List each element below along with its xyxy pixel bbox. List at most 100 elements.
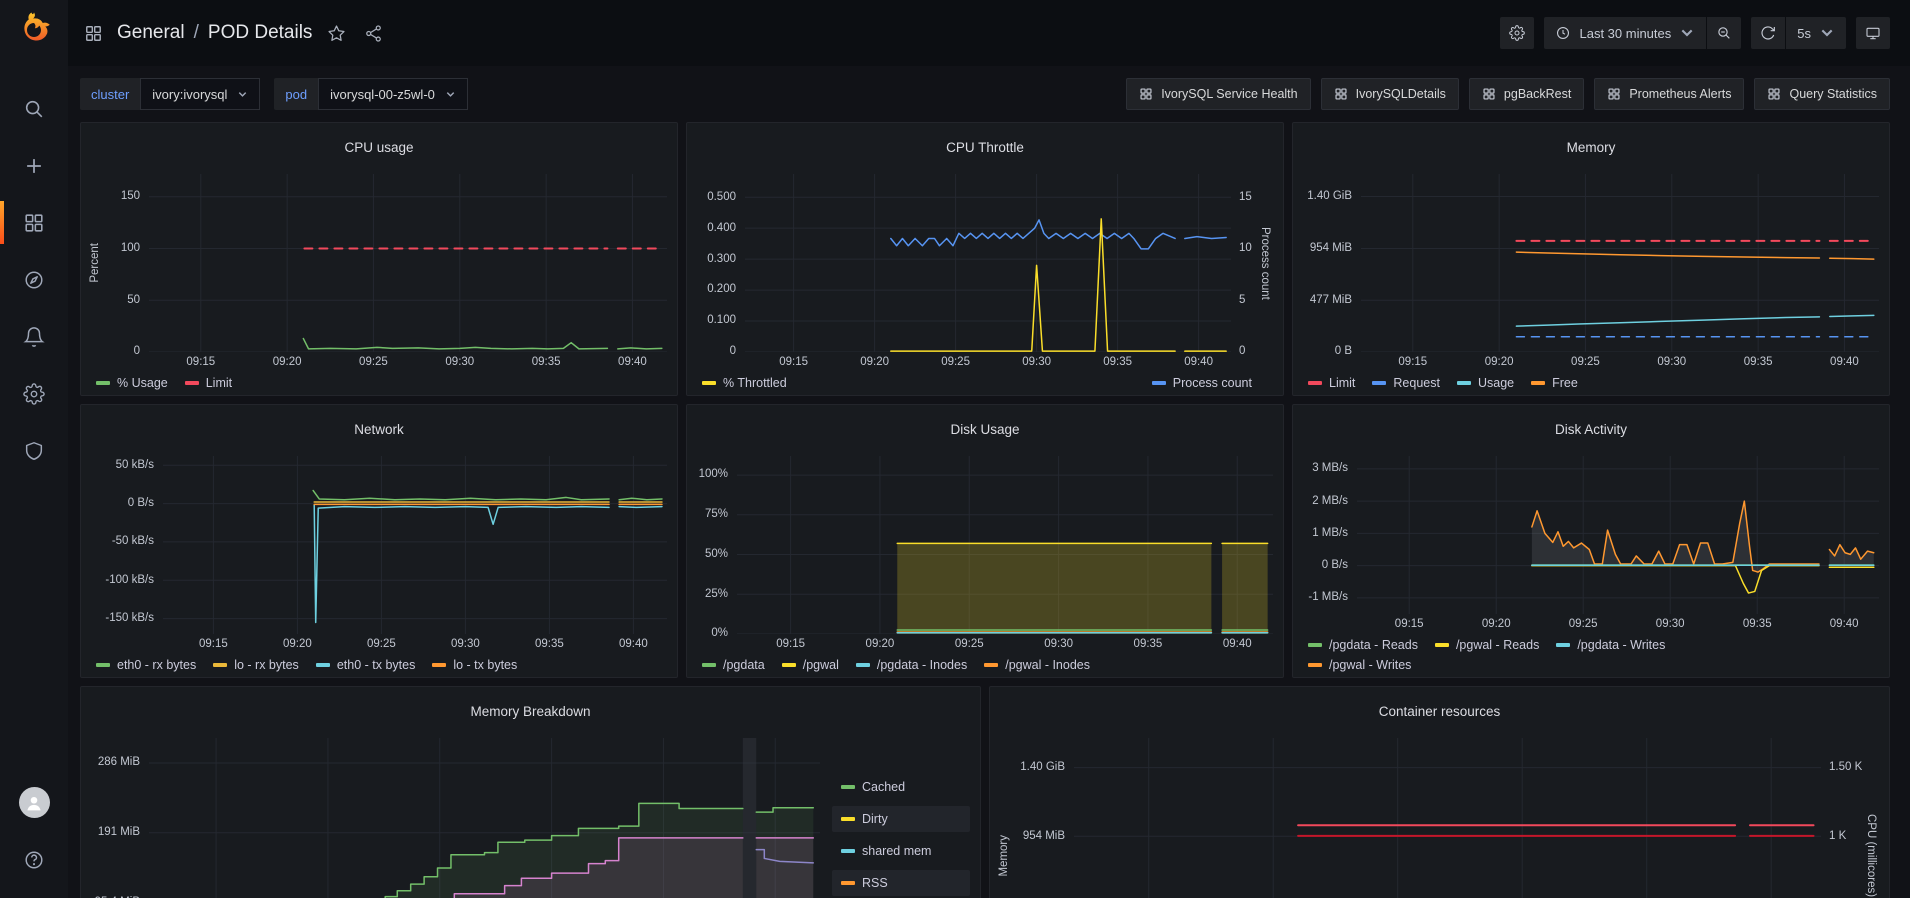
legend-item[interactable]: /pgwal - Writes — [1308, 658, 1411, 672]
x-tick-label: 09:25 — [351, 356, 395, 368]
panel-body: Memory1.40 GiB954 MiB477 MiB1.50 K1 K500… — [990, 736, 1889, 898]
kiosk-mode-button[interactable] — [1856, 17, 1890, 49]
legend-item[interactable]: RSS — [832, 870, 970, 896]
panel-cpu-throttle: CPU Throttle 0.5000.4000.3000.2000.10001… — [686, 122, 1284, 396]
x-tick-label: 09:25 — [934, 356, 978, 368]
sidebar-item-dashboards[interactable] — [0, 194, 68, 251]
legend-label: Dirty — [862, 812, 888, 826]
y-tick-label: -150 kB/s — [105, 612, 154, 624]
y-axis-label-text: Percent — [89, 243, 101, 283]
plot-area[interactable] — [1357, 456, 1879, 614]
legend-item[interactable]: Cached — [832, 774, 970, 800]
legend-label: /pgdata - Writes — [1577, 638, 1665, 652]
legend-item[interactable]: eth0 - tx bytes — [316, 658, 416, 672]
variable-pod-select[interactable]: ivorysql-00-z5wl-0 — [318, 78, 468, 110]
panel-title[interactable]: Disk Activity — [1293, 416, 1889, 443]
legend-swatch — [1308, 663, 1322, 667]
panel-title[interactable]: Container resources — [990, 698, 1889, 725]
legend-item[interactable]: Limit — [185, 376, 232, 390]
link-pgbackrest[interactable]: pgBackRest — [1469, 78, 1584, 110]
plot-area[interactable] — [149, 174, 667, 352]
star-icon[interactable] — [323, 20, 349, 46]
configuration-gear-icon[interactable] — [0, 365, 68, 422]
x-tick-label: 09:20 — [1474, 618, 1518, 630]
time-range-picker[interactable]: Last 30 minutes — [1544, 17, 1706, 49]
legend-item[interactable]: /pgdata - Inodes — [856, 658, 967, 672]
refresh-button[interactable] — [1751, 17, 1785, 49]
share-icon[interactable] — [360, 20, 386, 46]
panel-memory: Memory 1.40 GiB954 MiB477 MiB0 B09:1509:… — [1292, 122, 1890, 396]
plot-area[interactable] — [1361, 174, 1879, 352]
legend-item[interactable]: /pgdata - Reads — [1308, 638, 1418, 652]
plot-area[interactable] — [163, 456, 667, 634]
legend-item[interactable]: shared mem — [832, 838, 970, 864]
legend-item[interactable]: lo - rx bytes — [213, 658, 299, 672]
panel-title[interactable]: Disk Usage — [687, 416, 1283, 443]
legend-item[interactable]: eth0 - rx bytes — [96, 658, 196, 672]
plot-area[interactable] — [737, 456, 1273, 634]
breadcrumb-dashboard[interactable]: POD Details — [208, 22, 313, 44]
breadcrumb-folder[interactable]: General — [117, 22, 185, 44]
plot-area[interactable] — [149, 738, 820, 898]
link-prometheus-alerts[interactable]: Prometheus Alerts — [1594, 78, 1744, 110]
panel-title[interactable]: Memory — [1293, 134, 1889, 161]
variable-cluster-select[interactable]: ivory:ivorysql — [140, 78, 260, 110]
legend-item[interactable]: Free — [1531, 376, 1578, 390]
refresh-interval-picker[interactable]: 5s — [1786, 17, 1846, 49]
legend-item[interactable]: Process count — [1152, 376, 1252, 390]
panel-title[interactable]: CPU Throttle — [687, 134, 1283, 161]
legend-item[interactable]: Request — [1372, 376, 1440, 390]
clock-icon — [1555, 25, 1571, 41]
explore-compass-icon[interactable] — [0, 251, 68, 308]
alerting-bell-icon[interactable] — [0, 308, 68, 365]
link-query-statistics[interactable]: Query Statistics — [1754, 78, 1890, 110]
legend-item[interactable]: /pgdata - Writes — [1556, 638, 1665, 652]
y-tick-label: 0 B — [1335, 345, 1352, 357]
grafana-logo[interactable] — [10, 6, 58, 54]
help-icon[interactable] — [0, 831, 68, 888]
legend-item[interactable]: % Usage — [96, 376, 168, 390]
panel-title[interactable]: CPU usage — [81, 134, 677, 161]
y-axis: 0.5000.4000.3000.2000.1000 — [693, 174, 745, 352]
plot-area[interactable] — [1074, 738, 1821, 898]
link-ivorysql-service-health[interactable]: IvorySQL Service Health — [1126, 78, 1310, 110]
x-tick-label: 09:30 — [1650, 356, 1694, 368]
link-label: pgBackRest — [1504, 87, 1571, 101]
y-axis: 150100500 — [103, 174, 149, 352]
zoom-out-button[interactable] — [1707, 17, 1741, 49]
right-tick-label: 1.50 K — [1829, 761, 1862, 773]
legend-swatch — [96, 663, 110, 667]
apps-grid-icon — [1607, 87, 1621, 101]
legend-item[interactable]: % Throttled — [702, 376, 787, 390]
legend-item[interactable]: Usage — [1457, 376, 1514, 390]
x-tick-label: 09:25 — [1563, 356, 1607, 368]
server-admin-shield-icon[interactable] — [0, 422, 68, 479]
legend-label: /pgwal — [803, 658, 839, 672]
panel-body: 50 kB/s0 B/s-50 kB/s-100 kB/s-150 kB/s09… — [81, 454, 677, 677]
panel-body: 0.5000.4000.3000.2000.1000151050Process … — [687, 172, 1283, 395]
link-ivorysql-details[interactable]: IvorySQLDetails — [1321, 78, 1459, 110]
x-tick-label: 09:20 — [275, 638, 319, 650]
x-tick-label: 09:40 — [1177, 356, 1221, 368]
variable-pod[interactable]: pod ivorysql-00-z5wl-0 — [274, 78, 467, 110]
panel-title[interactable]: Memory Breakdown — [81, 698, 980, 725]
legend-item[interactable]: /pgwal — [782, 658, 839, 672]
panel-title[interactable]: Network — [81, 416, 677, 443]
user-avatar[interactable] — [0, 774, 68, 831]
x-axis: 09:1509:2009:2509:3009:3509:40 — [1361, 352, 1879, 372]
x-tick-label: 09:35 — [1735, 618, 1779, 630]
variable-cluster[interactable]: cluster ivory:ivorysql — [80, 78, 260, 110]
panel-container-resources: Container resources Memory1.40 GiB954 Mi… — [989, 686, 1890, 898]
legend-item[interactable]: /pgwal - Inodes — [984, 658, 1090, 672]
y-tick-label: 25% — [705, 588, 728, 600]
dashboard-settings-button[interactable] — [1500, 17, 1534, 49]
legend-item[interactable]: /pgwal - Reads — [1435, 638, 1539, 652]
create-icon[interactable] — [0, 137, 68, 194]
search-icon[interactable] — [0, 80, 68, 137]
legend-item[interactable]: lo - tx bytes — [432, 658, 517, 672]
plot-area[interactable] — [745, 174, 1231, 352]
legend-item[interactable]: /pgdata — [702, 658, 765, 672]
legend-item[interactable]: Limit — [1308, 376, 1355, 390]
legend-item[interactable]: Dirty — [832, 806, 970, 832]
y-tick-label: 0% — [711, 627, 728, 639]
